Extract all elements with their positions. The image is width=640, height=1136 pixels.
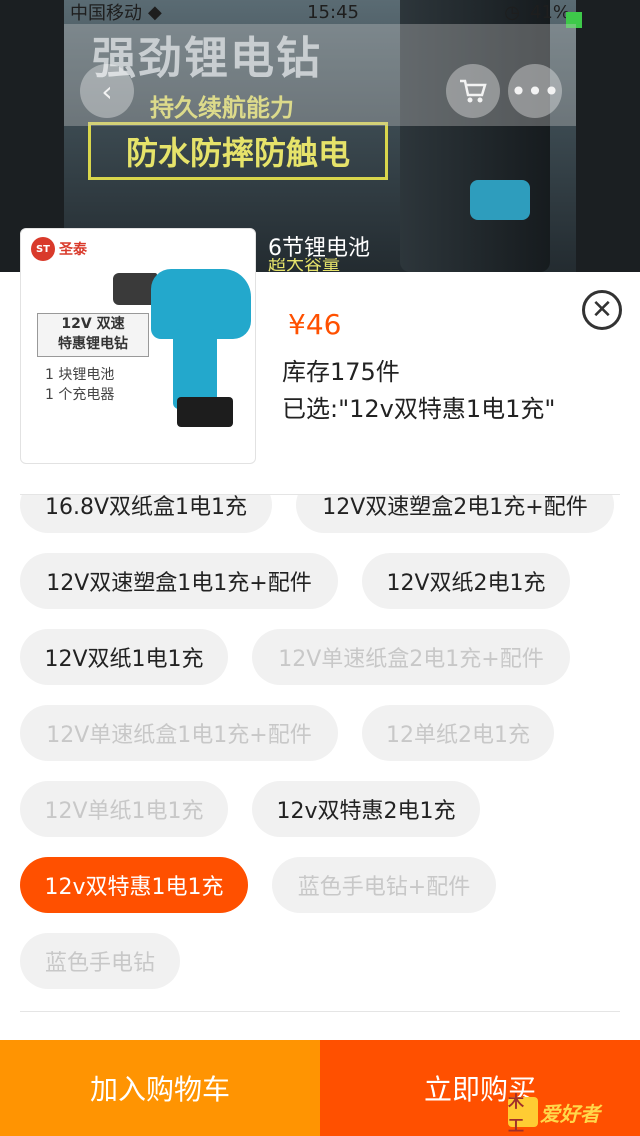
brand-logo-icon: ST: [31, 237, 55, 261]
product-thumbnail: ST 圣泰 12V 双速 特惠锂电钻 1 块锂电池 1 个充电器: [20, 228, 256, 464]
carrier-text: 中国移动: [70, 3, 142, 24]
drill-battery-shape: [177, 397, 233, 427]
sku-option: 蓝色手电钻+配件: [272, 857, 496, 913]
divider: [20, 1011, 620, 1012]
banner-feature-box: 防水防摔防触电: [88, 122, 388, 180]
watermark-mark: 木工: [508, 1092, 538, 1135]
alarm-icon: ◷: [504, 1, 520, 23]
sku-option[interactable]: 12V双速塑盒2电1充+配件: [296, 495, 614, 533]
thumb-notes: 1 块锂电池 1 个充电器: [45, 365, 114, 405]
banner-corner-sub: 超大容量: [268, 258, 340, 272]
more-button[interactable]: •••: [508, 64, 562, 118]
nav-bar: [64, 24, 576, 126]
thumb-brand: ST 圣泰: [31, 237, 87, 261]
thumb-brand-name: 圣泰: [59, 242, 87, 258]
back-button[interactable]: ‹: [80, 64, 134, 118]
status-bar: 中国移动 ◆ 15:45 ◷ 41%: [64, 0, 576, 25]
sku-option: 蓝色手电钻: [20, 933, 180, 989]
sku-option: 12V单速纸盒1电1充+配件: [20, 705, 338, 761]
sku-option: 12单纸2电1充: [362, 705, 554, 761]
sku-option[interactable]: 12V双纸2电1充: [362, 553, 570, 609]
watermark-text: 爱好者: [540, 1101, 600, 1126]
close-icon: ✕: [591, 295, 613, 325]
back-icon: ‹: [101, 74, 113, 108]
status-left: 中国移动 ◆: [70, 0, 162, 25]
cart-icon: [460, 79, 487, 103]
close-button[interactable]: ✕: [582, 290, 622, 330]
thumb-note-battery: 1 块锂电池: [45, 367, 115, 383]
sku-option[interactable]: 16.8V双纸盒1电1充: [20, 495, 272, 533]
time-text: 15:45: [307, 1, 359, 23]
sku-option: 12V单速纸盒2电1充+配件: [252, 629, 570, 685]
sku-option: 12V单纸1电1充: [20, 781, 228, 837]
banner-drill-accent: [470, 180, 530, 220]
sku-options: 16.8V双纸盒1电1充 12V双速塑盒2电1充+配件 12V双速塑盒1电1充+配件…: [0, 495, 640, 1011]
price: ¥46: [288, 308, 342, 341]
sku-option[interactable]: 12V双纸1电1充: [20, 629, 228, 685]
thumb-label: 12V 双速 特惠锂电钻: [37, 313, 149, 357]
selected-sku: 已选:"12v双特惠1电1充": [282, 395, 556, 423]
sku-option[interactable]: 12v双特惠1电1充: [20, 857, 248, 913]
thumb-note-charger: 1 个充电器: [45, 387, 115, 403]
add-to-cart-button[interactable]: 加入购物车: [0, 1040, 320, 1136]
more-icon: •••: [510, 74, 560, 108]
sku-option[interactable]: 12v双特惠2电1充: [252, 781, 480, 837]
battery-text: 41%: [529, 1, 570, 23]
sku-option[interactable]: 12V双速塑盒1电1充+配件: [20, 553, 338, 609]
watermark-logo: 木工 爱好者: [508, 1092, 600, 1135]
stock-count: 库存175件: [282, 358, 400, 386]
cart-button[interactable]: [446, 64, 500, 118]
wifi-icon: ◆: [148, 1, 162, 23]
status-right: ◷ 41%: [504, 2, 570, 23]
